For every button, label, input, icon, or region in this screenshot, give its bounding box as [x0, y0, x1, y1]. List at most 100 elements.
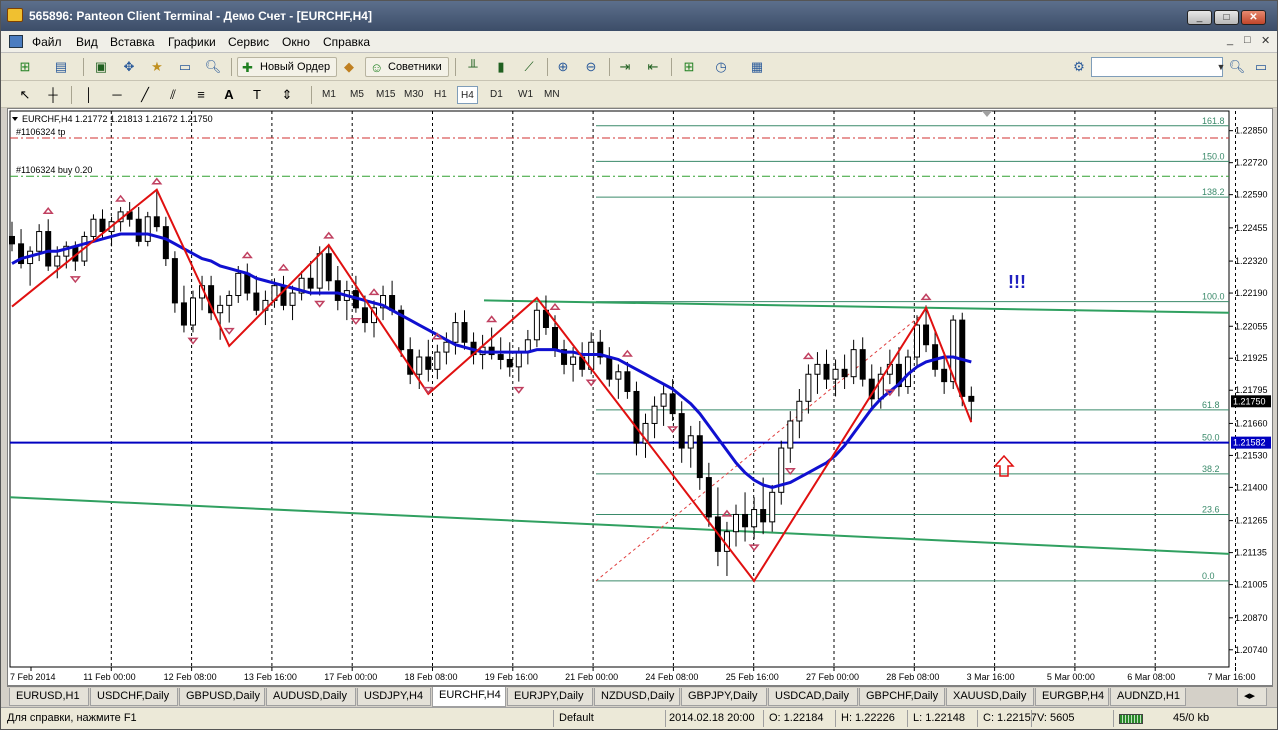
chart-tab-audusd-daily[interactable]: AUDUSD,Daily	[266, 688, 356, 706]
indicators-icon[interactable]: ⊞	[679, 57, 699, 77]
mdi-minimize-button[interactable]: _	[1227, 34, 1233, 46]
chart-window[interactable]: 7 Feb 2014 11 Feb 00:00 12 Feb 08:00 13 Feb…	[7, 108, 1273, 686]
timeframe-m1[interactable]: M1	[319, 86, 339, 104]
annotation-text: !!!	[1008, 272, 1026, 292]
mdi-close-button[interactable]: ✕	[1261, 34, 1270, 47]
candle-bear	[153, 216, 160, 228]
metaeditor-icon[interactable]: ◆	[339, 57, 359, 77]
chart-tab-gbpjpy-daily[interactable]: GBPJPY,Daily	[681, 688, 767, 706]
menu-help[interactable]: Справка	[323, 35, 370, 49]
status-bar: Для справки, нажмите F1 Default 2014.02.…	[1, 707, 1277, 729]
chart-tab-usdjpy-h4[interactable]: USDJPY,H4	[357, 688, 431, 706]
periods-icon[interactable]: ◷	[711, 57, 731, 77]
close-button[interactable]: ✕	[1241, 10, 1266, 25]
status-separator	[763, 710, 764, 727]
chart-tab-audnzd-h1[interactable]: AUDNZD,H1	[1110, 688, 1186, 706]
candle-bear	[9, 235, 15, 245]
chat-icon[interactable]: ▭	[1251, 57, 1271, 77]
trendline-icon[interactable]: ╱	[135, 85, 155, 105]
menu-tools[interactable]: Сервис	[228, 35, 269, 49]
toolbar-separator	[671, 58, 672, 76]
candle-bull	[452, 322, 459, 343]
fib-level-label: 138.2	[1202, 187, 1225, 197]
chart-tab-eurusd-h1[interactable]: EURUSD,H1	[9, 688, 89, 706]
timeframe-m15[interactable]: M15	[373, 86, 398, 104]
candle-bear	[180, 302, 187, 326]
navigator-icon[interactable]: ★	[147, 57, 167, 77]
data-window-icon[interactable]: ✥	[119, 57, 139, 77]
y-tick-label: 1.21925	[1235, 353, 1268, 363]
tab-scroll-arrows-icon[interactable]: ◂▸	[1237, 688, 1267, 706]
new-order-button[interactable]: ✚ Новый Ордер	[237, 57, 338, 77]
menu-view[interactable]: Вид	[76, 35, 98, 49]
candle-bear	[552, 326, 558, 351]
cursor-icon[interactable]: ↖	[15, 85, 35, 105]
x-tick-label: 6 Mar 08:00	[1127, 672, 1175, 682]
arrows-icon[interactable]: ⇕	[277, 85, 297, 105]
y-tick-label: 1.22720	[1235, 158, 1268, 168]
settings-gear-icon[interactable]: ⚙	[1069, 57, 1089, 77]
search-icon[interactable]: 🔍︎	[1227, 57, 1247, 77]
chart-tab-eurjpy-daily[interactable]: EURJPY,Daily	[507, 688, 593, 706]
candle-bull	[751, 509, 758, 528]
line-chart-icon[interactable]: ⟋	[519, 57, 539, 77]
mdi-restore-button[interactable]: □	[1244, 34, 1251, 46]
timeframe-m30[interactable]: M30	[401, 86, 426, 104]
search-input[interactable]	[1091, 57, 1223, 77]
candle-bear	[968, 395, 975, 402]
horizontal-line-icon[interactable]: ─	[107, 85, 127, 105]
price-chart[interactable]: 7 Feb 2014 11 Feb 00:00 12 Feb 08:00 13 Feb…	[8, 109, 1272, 685]
menu-charts[interactable]: Графики	[168, 35, 216, 49]
y-tick-label: 1.20740	[1235, 645, 1268, 655]
experts-button[interactable]: ☺ Советники	[365, 57, 449, 77]
new-chart-icon[interactable]: ⊞	[15, 57, 35, 77]
chart-tab-nzdusd-daily[interactable]: NZDUSD,Daily	[594, 688, 680, 706]
candle-bull	[90, 218, 97, 237]
x-tick-label: 13 Feb 16:00	[244, 672, 297, 682]
order-buy-label: #1106324 buy 0.20	[16, 165, 92, 175]
current-price-tag: 1.21750	[1233, 396, 1266, 406]
x-tick-label: 28 Feb 08:00	[886, 672, 939, 682]
status-separator	[907, 710, 908, 727]
title-bar[interactable]: 565896: Panteon Client Terminal - Демо С…	[1, 1, 1277, 31]
chart-tab-usdcad-daily[interactable]: USDCAD,Daily	[768, 688, 858, 706]
autoscroll-icon[interactable]: ⇥	[615, 57, 635, 77]
profiles-icon[interactable]: ▤	[51, 57, 71, 77]
candle-bull	[769, 491, 776, 523]
text-icon[interactable]: A	[219, 85, 239, 105]
chart-tab-eurchf-h4[interactable]: EURCHF,H4	[432, 687, 506, 707]
timeframe-d1[interactable]: D1	[487, 86, 506, 104]
fib-level-label: 50.0	[1202, 433, 1220, 443]
zoom-in-icon[interactable]: ⊕	[553, 57, 573, 77]
timeframe-h1[interactable]: H1	[431, 86, 450, 104]
templates-icon[interactable]: ▦	[747, 57, 767, 77]
fibonacci-icon[interactable]: ≡	[191, 85, 211, 105]
tester-icon[interactable]: 🔍︎	[203, 57, 223, 77]
chart-tab-eurgbp-h4[interactable]: EURGBP,H4	[1035, 688, 1109, 706]
maximize-button[interactable]: □	[1214, 10, 1239, 25]
timeframe-m5[interactable]: M5	[347, 86, 367, 104]
menu-window[interactable]: Окно	[282, 35, 310, 49]
market-watch-icon[interactable]: ▣	[91, 57, 111, 77]
chart-tab-gbpchf-daily[interactable]: GBPCHF,Daily	[859, 688, 945, 706]
chart-tab-xauusd-daily[interactable]: XAUUSD,Daily	[946, 688, 1034, 706]
text-label-icon[interactable]: T	[247, 85, 267, 105]
timeframe-h4[interactable]: H4	[457, 86, 478, 104]
menu-insert[interactable]: Вставка	[110, 35, 155, 49]
vertical-line-icon[interactable]: │	[79, 85, 99, 105]
timeframe-w1[interactable]: W1	[515, 86, 536, 104]
timeframe-mn[interactable]: MN	[541, 86, 563, 104]
candle-bull	[805, 373, 812, 402]
zoom-out-icon[interactable]: ⊖	[581, 57, 601, 77]
chart-tab-gbpusd-daily[interactable]: GBPUSD,Daily	[179, 688, 265, 706]
crosshair-icon[interactable]: ┼	[43, 85, 63, 105]
menu-file[interactable]: Файл	[32, 35, 62, 49]
candle-chart-icon[interactable]: ▮	[491, 57, 511, 77]
bar-chart-icon[interactable]: ╨	[463, 57, 483, 77]
chart-tab-usdchf-daily[interactable]: USDCHF,Daily	[90, 688, 178, 706]
terminal-icon[interactable]: ▭	[175, 57, 195, 77]
candle-bull	[814, 363, 821, 375]
chart-shift-icon[interactable]: ⇤	[643, 57, 663, 77]
minimize-button[interactable]: _	[1187, 10, 1212, 25]
channel-icon[interactable]: ⫽	[163, 85, 183, 105]
